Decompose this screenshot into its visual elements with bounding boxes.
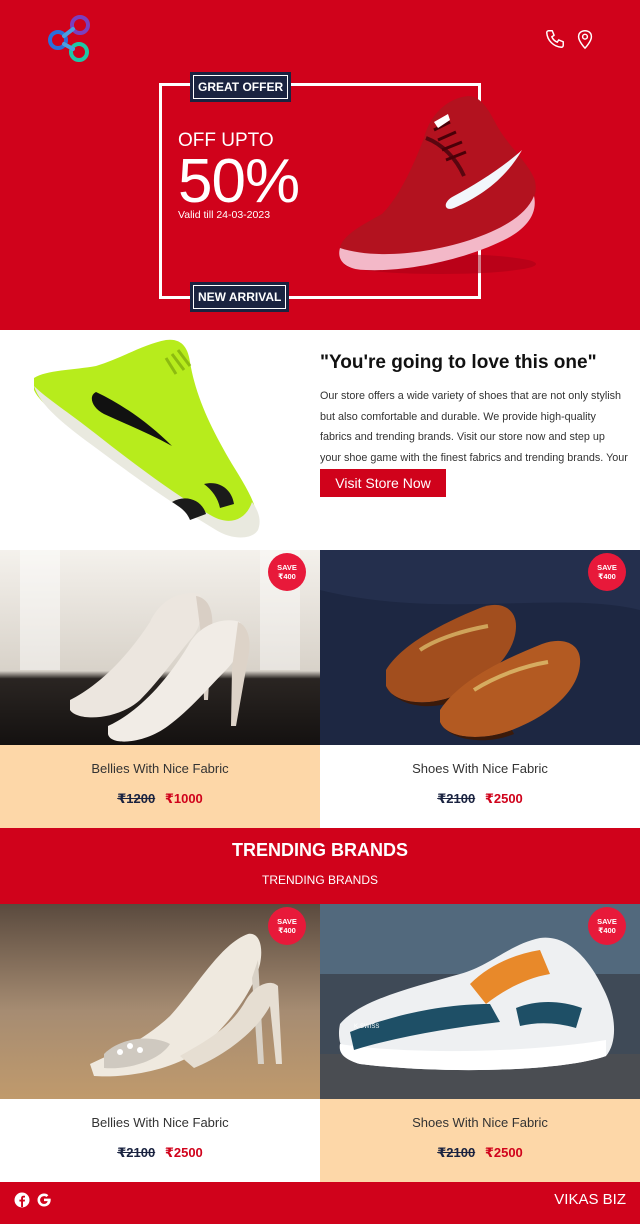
logo-icon[interactable]	[46, 14, 92, 62]
old-price: ₹2100	[437, 791, 476, 806]
save-label: SAVE	[597, 563, 617, 572]
product-prices: ₹2100 ₹2500	[0, 1145, 320, 1161]
save-amount: ₹400	[598, 572, 616, 581]
new-price: ₹1000	[164, 791, 203, 806]
great-offer-tag: GREAT OFFER	[190, 72, 292, 102]
product-name[interactable]: Shoes With Nice Fabric	[320, 761, 640, 776]
save-badge: SAVE ₹400	[588, 907, 626, 945]
save-badge: SAVE ₹400	[268, 553, 306, 591]
save-badge: SAVE ₹400	[588, 553, 626, 591]
feature-title: "You're going to love this one"	[320, 352, 597, 373]
trending-subtitle: TRENDING BRANDS	[261, 873, 378, 887]
save-label: SAVE	[597, 917, 617, 926]
save-amount: ₹400	[598, 926, 616, 935]
product-prices: ₹1200 ₹1000	[0, 791, 320, 807]
product-prices: ₹2100 ₹2500	[320, 791, 640, 807]
save-amount: ₹400	[278, 572, 296, 581]
svg-text:K·SWISS: K·SWISS	[354, 1024, 379, 1030]
new-price: ₹2500	[484, 791, 523, 806]
trending-banner: TRENDING BRANDS TRENDING BRANDS	[0, 828, 640, 904]
save-label: SAVE	[277, 563, 297, 572]
save-amount: ₹400	[278, 926, 296, 935]
trending-title: TRENDING BRANDS	[231, 840, 408, 860]
footer-brand: VIKAS BIZ	[554, 1191, 626, 1208]
save-label: SAVE	[277, 917, 297, 926]
facebook-icon[interactable]	[14, 1192, 30, 1208]
product-card[interactable]: K·SWISS SAVE ₹400 Shoes With Nice Fabric…	[320, 904, 640, 1182]
location-pin-icon[interactable]	[574, 28, 596, 50]
product-info: Shoes With Nice Fabric ₹2100 ₹2500	[320, 1099, 640, 1182]
new-arrival-tag: NEW ARRIVAL	[190, 282, 290, 312]
phone-icon[interactable]	[544, 28, 566, 50]
discount-percent: 50%	[178, 147, 300, 216]
product-card[interactable]: SAVE ₹400 Bellies With Nice Fabric ₹2100…	[0, 904, 320, 1182]
product-card[interactable]: SAVE ₹400 Shoes With Nice Fabric ₹2100 ₹…	[320, 550, 640, 828]
product-card[interactable]: SAVE ₹400 Bellies With Nice Fabric ₹1200…	[0, 550, 320, 828]
feature-section: "You're going to love this one" Our stor…	[0, 330, 640, 550]
validity-text: Valid till 24-03-2023	[178, 209, 271, 221]
new-price: ₹2500	[164, 1145, 203, 1160]
hero-shoe-image	[339, 96, 536, 274]
product-info: Bellies With Nice Fabric ₹2100 ₹2500	[0, 1099, 320, 1182]
new-price: ₹2500	[484, 1145, 523, 1160]
product-info: Shoes With Nice Fabric ₹2100 ₹2500	[320, 745, 640, 828]
visit-store-button[interactable]: Visit Store Now	[320, 469, 446, 497]
product-name[interactable]: Bellies With Nice Fabric	[0, 761, 320, 776]
save-badge: SAVE ₹400	[268, 907, 306, 945]
hero-banner: GREAT OFFER NEW ARRIVAL OFF UPTO 50% Val…	[0, 0, 640, 330]
product-name[interactable]: Bellies With Nice Fabric	[0, 1115, 320, 1130]
feature-shoe-image	[34, 339, 260, 538]
old-price: ₹2100	[117, 1145, 156, 1160]
product-prices: ₹2100 ₹2500	[320, 1145, 640, 1161]
footer: VIKAS BIZ	[0, 1182, 640, 1224]
old-price: ₹1200	[117, 791, 156, 806]
product-info: Bellies With Nice Fabric ₹1200 ₹1000	[0, 745, 320, 828]
google-icon[interactable]	[36, 1192, 52, 1208]
product-name[interactable]: Shoes With Nice Fabric	[320, 1115, 640, 1130]
old-price: ₹2100	[437, 1145, 476, 1160]
